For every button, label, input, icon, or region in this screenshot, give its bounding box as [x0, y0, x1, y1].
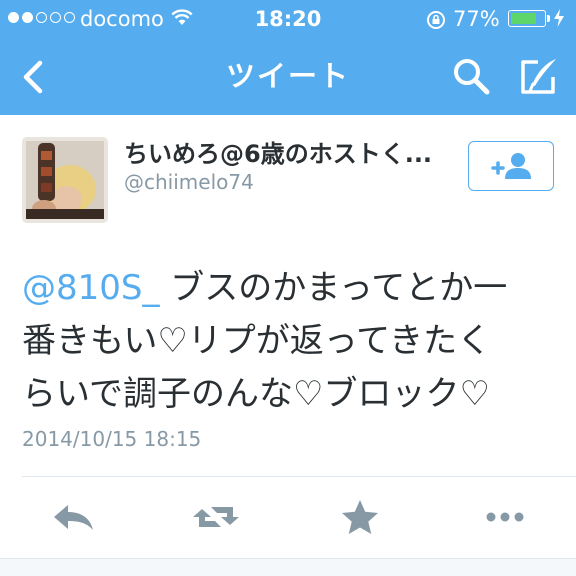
- tweet-timestamp: 2014/10/15 18:15: [22, 427, 202, 451]
- reply-icon[interactable]: [49, 495, 99, 539]
- tweet-text-line-1-rest: ブスのかまってとか一: [159, 268, 508, 308]
- status-bar: docomo 18:20 77%: [0, 0, 576, 36]
- search-button[interactable]: [450, 55, 492, 97]
- tweet-line-2: 番きもい♡リプが返ってきたく: [22, 321, 492, 361]
- tweet-line-1: @810S_ ブスのかまってとか一: [22, 262, 562, 315]
- battery-icon: [508, 10, 550, 27]
- avatar[interactable]: [22, 137, 108, 223]
- more-dots-icon[interactable]: [480, 495, 530, 539]
- mention-link[interactable]: @810S_: [22, 268, 159, 308]
- avatar-photo: [22, 137, 108, 223]
- follow-user-icon: [491, 153, 531, 179]
- author-handle[interactable]: @chiimelo74: [124, 169, 254, 195]
- navigation-header: docomo 18:20 77% ツイート: [0, 0, 576, 115]
- divider: [22, 476, 576, 477]
- battery-level-fill: [511, 13, 536, 24]
- tweet-text: @810S_ ブスのかまってとか一 番きもい♡リプが返ってきたく らいで調子のん…: [22, 262, 562, 421]
- compose-tweet-button[interactable]: [516, 55, 560, 99]
- author-display-name[interactable]: ちいめろ@6歳のホストく...: [124, 139, 432, 169]
- retweet-icon[interactable]: [191, 495, 241, 539]
- battery-percent: 77%: [453, 7, 500, 31]
- tweet-line-3: らいで調子のんな♡ブロック♡: [22, 374, 490, 414]
- rotation-lock-icon: [427, 11, 445, 29]
- charging-bolt-icon: [554, 9, 564, 27]
- bottom-strip: [0, 559, 576, 576]
- follow-button[interactable]: [468, 141, 554, 191]
- favorite-star-icon[interactable]: [335, 495, 385, 539]
